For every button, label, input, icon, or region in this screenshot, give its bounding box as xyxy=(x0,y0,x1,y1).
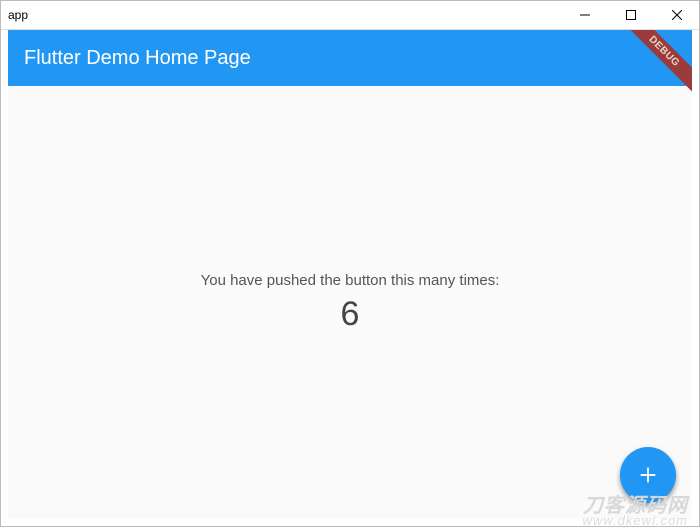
close-button[interactable] xyxy=(654,0,700,29)
plus-icon xyxy=(637,464,659,486)
push-count-message: You have pushed the button this many tim… xyxy=(201,272,500,289)
maximize-button[interactable] xyxy=(608,0,654,29)
maximize-icon xyxy=(626,10,636,20)
window-titlebar: app xyxy=(0,0,700,30)
app-bar-title: Flutter Demo Home Page xyxy=(24,47,251,70)
counter-value: 6 xyxy=(341,295,360,334)
app-bar: Flutter Demo Home Page xyxy=(8,30,692,86)
window-controls xyxy=(562,0,700,29)
window-title: app xyxy=(8,8,28,22)
close-icon xyxy=(672,10,682,20)
body-content: You have pushed the button this many tim… xyxy=(8,86,692,519)
minimize-icon xyxy=(580,10,590,20)
increment-fab[interactable] xyxy=(620,447,676,503)
minimize-button[interactable] xyxy=(562,0,608,29)
app-client-area: Flutter Demo Home Page DEBUG You have pu… xyxy=(8,30,692,519)
